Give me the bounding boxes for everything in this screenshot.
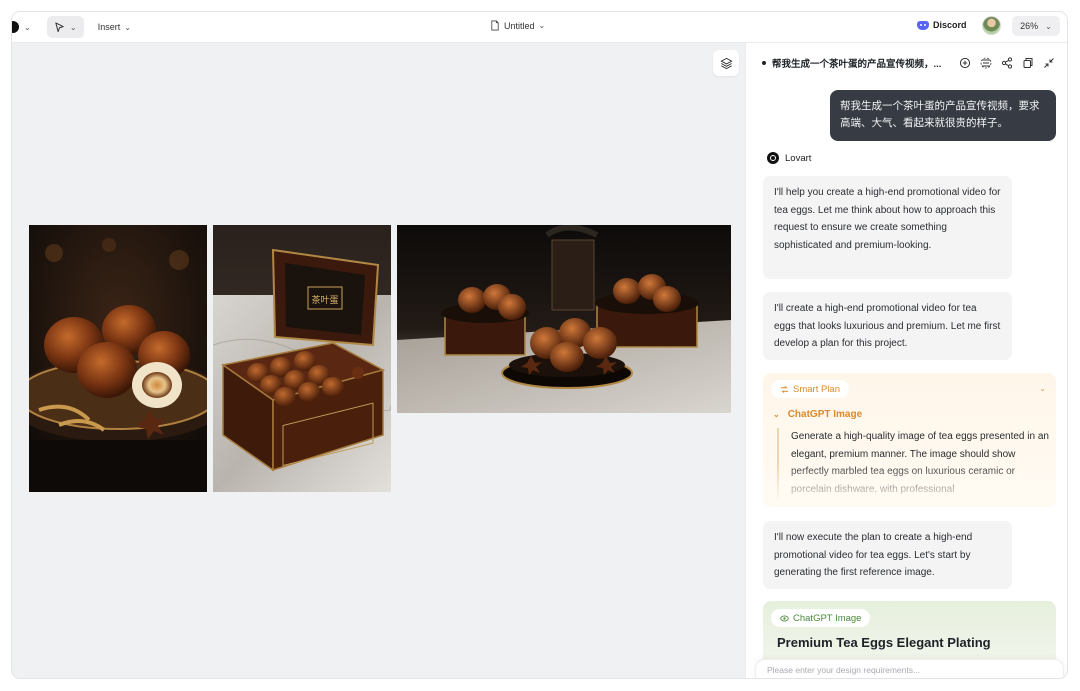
insert-menu-button[interactable]: Insert ⌄ xyxy=(98,22,131,32)
smart-plan-chip: Smart Plan xyxy=(771,380,849,398)
chevron-down-icon: ⌄ xyxy=(538,21,546,30)
plan-step-header[interactable]: ⌄ ChatGPT Image xyxy=(773,409,862,420)
collapse-icon[interactable] xyxy=(1043,57,1055,69)
discord-icon xyxy=(917,20,929,30)
history-icon[interactable] xyxy=(980,57,992,69)
tea-eggs-plate-image[interactable] xyxy=(29,225,207,492)
chatgpt-image-chip: ChatGPT Image xyxy=(771,609,871,627)
design-canvas[interactable]: 茶叶蛋 xyxy=(12,43,745,678)
app-logo-icon xyxy=(12,21,19,33)
tea-eggs-banquet-image[interactable] xyxy=(397,225,731,413)
plan-icon xyxy=(780,385,789,393)
box-label: 茶叶蛋 xyxy=(311,294,338,306)
app-menu-button[interactable]: ⌄ xyxy=(12,21,31,33)
smart-plan-card[interactable]: Smart Plan ⌄ ⌄ ChatGPT Image Generate a … xyxy=(763,373,1056,507)
document-title: Untitled xyxy=(504,20,535,31)
fade-overlay xyxy=(763,463,1056,507)
status-dot xyxy=(762,61,766,65)
layers-button[interactable] xyxy=(713,50,739,76)
chat-header-actions xyxy=(959,57,1055,69)
assistant-message: I'll help you create a high-end promotio… xyxy=(763,176,1012,279)
prompt-input-container xyxy=(755,659,1064,678)
user-message: 帮我生成一个茶叶蛋的产品宣传视频，要求高端、大气、看起来就很贵的样子。 xyxy=(830,90,1056,141)
tea-eggs-gift-box-image[interactable]: 茶叶蛋 xyxy=(213,225,391,492)
lovart-logo-icon xyxy=(767,152,779,164)
copy-icon[interactable] xyxy=(1022,57,1034,69)
select-tool-button[interactable]: ⌄ xyxy=(46,16,84,38)
prompt-input[interactable] xyxy=(767,665,1047,675)
assistant-message: I'll now execute the plan to create a hi… xyxy=(763,521,1012,589)
top-toolbar: ⌄ ⌄ Insert ⌄ Untitled ⌄ Discord 26% ⌄ xyxy=(12,12,1067,43)
chat-title: 帮我生成一个茶叶蛋的产品宣传视频，... xyxy=(772,59,942,70)
app-window: ⌄ ⌄ Insert ⌄ Untitled ⌄ Discord 26% ⌄ 茶叶… xyxy=(12,12,1067,678)
plan-step-label: ChatGPT Image xyxy=(787,409,863,420)
chevron-down-icon: ⌄ xyxy=(1045,21,1052,31)
assistant-message: I'll create a high-end promotional video… xyxy=(763,292,1012,360)
new-chat-icon[interactable] xyxy=(959,57,971,69)
insert-label: Insert xyxy=(97,22,121,32)
layers-icon xyxy=(719,57,733,69)
generation-title: Premium Tea Eggs Elegant Plating xyxy=(777,635,991,650)
zoom-level: 26% xyxy=(1020,21,1039,31)
eye-icon xyxy=(780,615,789,621)
smart-plan-label: Smart Plan xyxy=(793,383,840,395)
chevron-down-icon[interactable]: ⌄ xyxy=(1039,384,1046,393)
discord-link[interactable]: Discord xyxy=(917,20,967,30)
document-icon xyxy=(491,20,499,31)
chevron-down-icon: ⌄ xyxy=(69,22,77,32)
zoom-dropdown[interactable]: 26% ⌄ xyxy=(1012,16,1060,36)
share-icon[interactable] xyxy=(1001,57,1013,69)
document-title-button[interactable]: Untitled ⌄ xyxy=(490,20,545,31)
chat-panel: 帮我生成一个茶叶蛋的产品宣传视频，... 帮我生成一个茶叶蛋的产品宣传视频，要求… xyxy=(745,43,1067,678)
discord-label: Discord xyxy=(933,20,967,30)
chip-label: ChatGPT Image xyxy=(793,612,862,624)
pointer-icon xyxy=(55,21,64,32)
chat-header: 帮我生成一个茶叶蛋的产品宣传视频，... xyxy=(762,53,1062,73)
chevron-down-icon: ⌄ xyxy=(773,410,780,419)
chevron-down-icon: ⌄ xyxy=(124,22,131,32)
user-avatar[interactable] xyxy=(982,16,1001,35)
assistant-sender: Lovart xyxy=(767,152,811,164)
chevron-down-icon: ⌄ xyxy=(24,22,31,32)
sender-name: Lovart xyxy=(785,152,812,164)
